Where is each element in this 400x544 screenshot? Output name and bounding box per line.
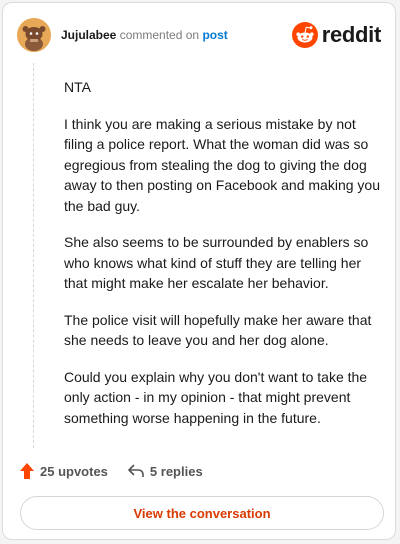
- upvote-button[interactable]: 25 upvotes: [20, 463, 108, 479]
- reddit-logo[interactable]: reddit: [291, 22, 382, 48]
- comment-paragraph: She also seems to be surrounded by enabl…: [64, 234, 369, 291]
- reply-arrow-icon: [128, 464, 144, 477]
- action-text: commented on: [119, 28, 200, 42]
- upvote-arrow-icon: [20, 463, 34, 479]
- snoo-avatar-icon: [17, 18, 51, 52]
- reddit-wordmark: reddit: [321, 22, 382, 47]
- replies-button[interactable]: 5 replies: [128, 464, 203, 479]
- comment-paragraph: The police visit will hopefully make her…: [64, 311, 372, 349]
- comment-paragraph: Could you explain why you don't want to …: [64, 368, 368, 426]
- comment-meta: Jujulabee commented on post: [61, 28, 228, 42]
- replies-count: 5 replies: [149, 463, 203, 479]
- comment-paragraph: I think you are making a serious mistake…: [64, 115, 380, 214]
- post-link[interactable]: post: [202, 28, 227, 42]
- comment-paragraph: NTA: [64, 79, 91, 95]
- username-link[interactable]: Jujulabee: [61, 28, 116, 42]
- view-conversation-button[interactable]: View the conversation: [20, 496, 384, 530]
- reddit-logo-icon: [291, 22, 318, 48]
- comment-header: Jujulabee commented on post reddit: [17, 17, 381, 53]
- comment-actions: 25 upvotes 5 replies: [20, 463, 203, 479]
- upvote-count: 25 upvotes: [40, 463, 108, 479]
- comment-body: NTA I think you are making a serious mis…: [64, 77, 382, 444]
- comment-card: Jujulabee commented on post reddit NTA I…: [2, 2, 396, 540]
- thread-line: [33, 63, 34, 448]
